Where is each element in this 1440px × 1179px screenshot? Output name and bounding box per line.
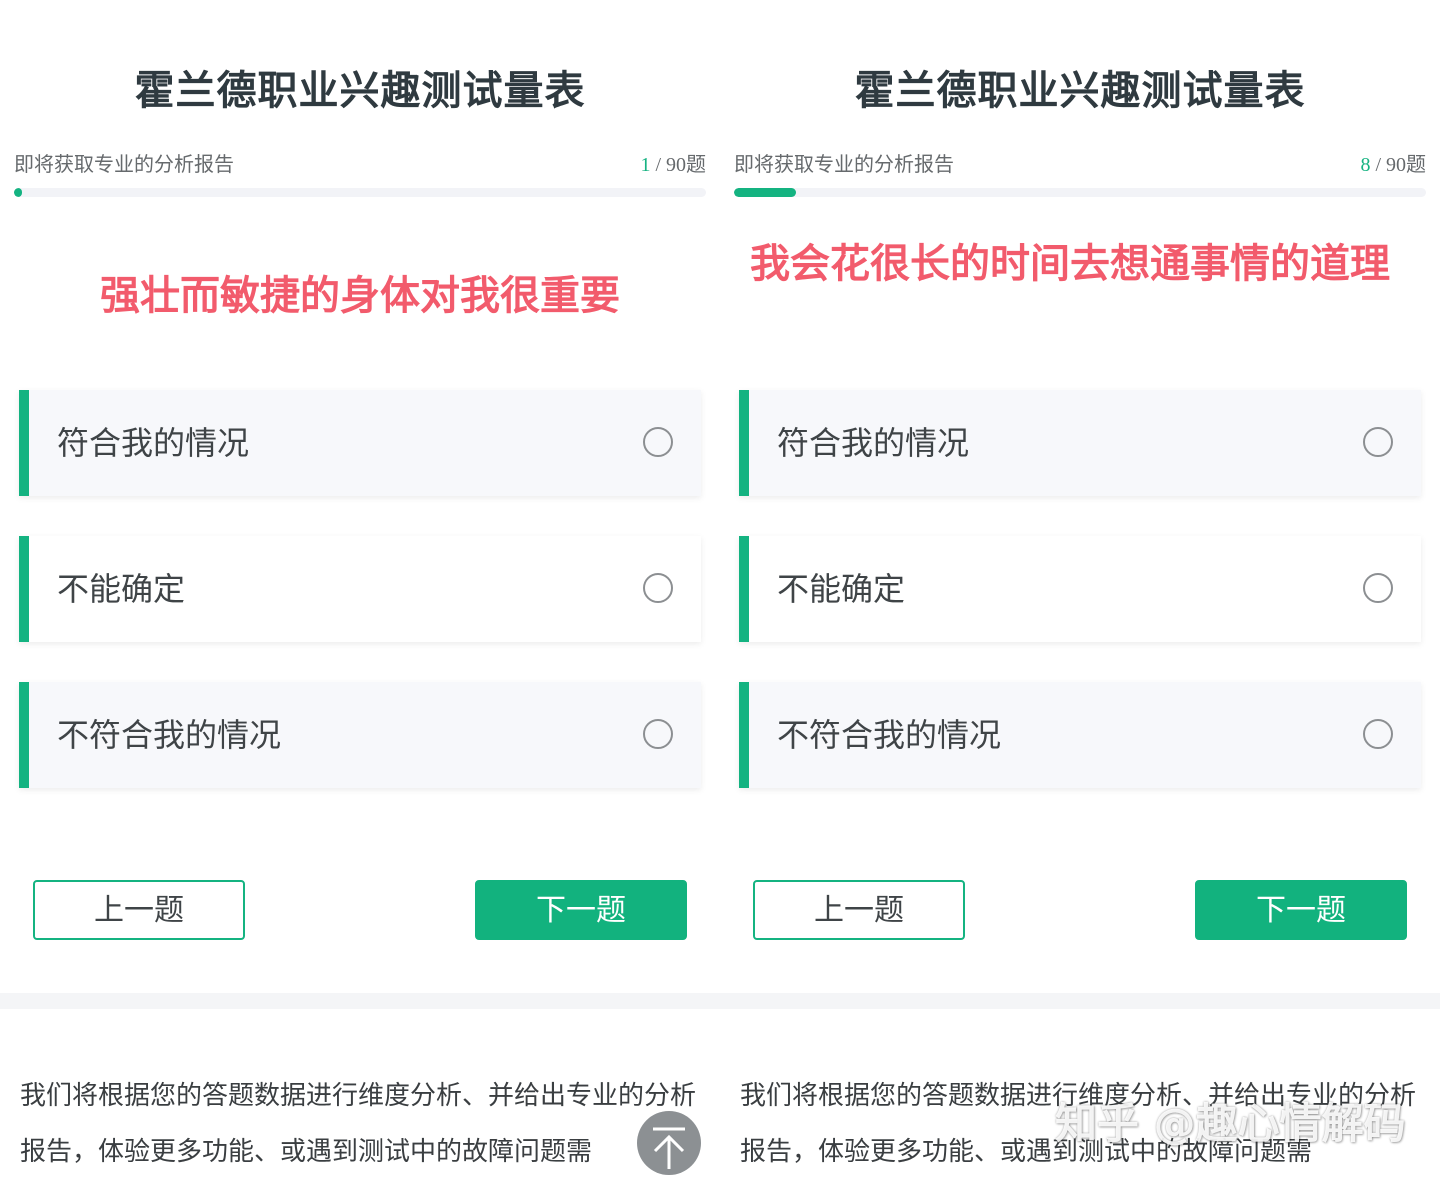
option-unsure[interactable]: 不能确定 <box>19 536 701 642</box>
progress-label: 即将获取专业的分析报告 <box>14 152 234 176</box>
option-accent-bar <box>19 536 29 642</box>
option-accent-bar <box>739 390 749 496</box>
option-label: 符合我的情况 <box>777 424 970 462</box>
prev-question-button[interactable]: 上一题 <box>33 880 245 940</box>
progress-total: / 90题 <box>1370 154 1426 176</box>
radio-button[interactable] <box>1363 719 1393 749</box>
option-agree[interactable]: 符合我的情况 <box>739 390 1421 496</box>
option-label: 不符合我的情况 <box>57 716 282 754</box>
option-label: 不能确定 <box>57 570 186 608</box>
question-text: 我会花很长的时间去想通事情的道理 <box>750 241 1390 287</box>
progress-bar-fill <box>14 188 23 197</box>
progress-bar <box>14 188 706 197</box>
progress-current: 8 <box>1360 154 1371 176</box>
option-accent-bar <box>19 390 29 496</box>
prev-question-button[interactable]: 上一题 <box>753 880 965 940</box>
footer-description: 我们将根据您的答题数据进行维度分析、并给出专业的分析报告，体验更多功能、或遇到测… <box>20 1081 697 1167</box>
option-accent-bar <box>19 682 29 788</box>
quiz-panel-right: 霍兰德职业兴趣测试量表 即将获取专业的分析报告 8 / 90题 我会花很长的时间… <box>720 0 1440 1179</box>
next-question-button[interactable]: 下一题 <box>1195 880 1407 940</box>
arrow-up-icon <box>653 1127 685 1169</box>
option-accent-bar <box>739 536 749 642</box>
quiz-panel-left: 霍兰德职业兴趣测试量表 即将获取专业的分析报告 1 / 90题 强壮而敏捷的身体… <box>0 0 720 1179</box>
page-title: 霍兰德职业兴趣测试量表 <box>854 68 1306 114</box>
option-label: 符合我的情况 <box>57 424 250 462</box>
watermark: 知乎 @趣心情解码 <box>1055 1099 1406 1148</box>
progress-bar <box>734 188 1426 197</box>
question-text: 强壮而敏捷的身体对我很重要 <box>100 273 620 319</box>
option-accent-bar <box>739 682 749 788</box>
option-unsure[interactable]: 不能确定 <box>739 536 1421 642</box>
progress-total: / 90题 <box>650 154 706 176</box>
progress-label: 即将获取专业的分析报告 <box>734 152 954 176</box>
progress-bar-fill <box>734 188 796 197</box>
page-title: 霍兰德职业兴趣测试量表 <box>134 68 586 114</box>
radio-button[interactable] <box>643 427 673 457</box>
option-disagree[interactable]: 不符合我的情况 <box>19 682 701 788</box>
screenshot-canvas: 霍兰德职业兴趣测试量表 即将获取专业的分析报告 1 / 90题 强壮而敏捷的身体… <box>0 0 1440 1179</box>
option-agree[interactable]: 符合我的情况 <box>19 390 701 496</box>
radio-button[interactable] <box>1363 427 1393 457</box>
progress-count: 1 / 90题 <box>640 148 706 177</box>
next-question-button[interactable]: 下一题 <box>475 880 687 940</box>
progress-current: 1 <box>640 154 651 176</box>
option-disagree[interactable]: 不符合我的情况 <box>739 682 1421 788</box>
radio-button[interactable] <box>1363 573 1393 603</box>
progress-count: 8 / 90题 <box>1360 148 1426 177</box>
radio-button[interactable] <box>643 719 673 749</box>
scroll-to-top-button[interactable] <box>637 1111 701 1175</box>
section-divider <box>0 993 720 1009</box>
section-divider <box>720 993 1440 1009</box>
option-label: 不符合我的情况 <box>777 716 1002 754</box>
option-label: 不能确定 <box>777 570 906 608</box>
radio-button[interactable] <box>643 573 673 603</box>
